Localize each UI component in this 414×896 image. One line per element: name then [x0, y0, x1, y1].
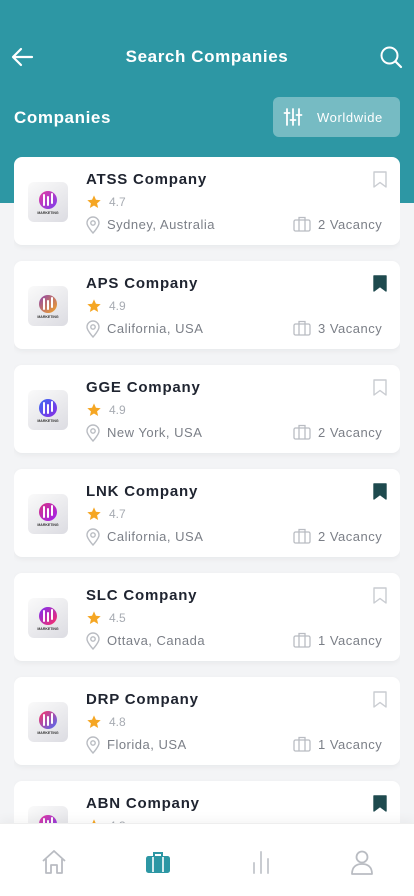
company-name: DRP Company [86, 691, 199, 708]
company-logo-mark-icon [39, 606, 57, 625]
company-location: New York, USA [107, 425, 203, 440]
company-logo: MARKETING [28, 390, 68, 430]
company-name: LNK Company [86, 483, 199, 500]
company-vacancy: 3 Vacancy [318, 321, 383, 336]
company-location: Ottava, Canada [107, 633, 206, 648]
company-logo-mark-icon [39, 294, 57, 313]
company-rating: 4.9 [109, 299, 126, 313]
company-logo-mark-icon [39, 398, 57, 417]
section-title: Companies [14, 108, 112, 127]
bookmark-outline-icon[interactable] [373, 379, 387, 396]
star-icon [87, 299, 101, 312]
star-icon [87, 611, 101, 624]
profile-icon [351, 850, 373, 875]
chart-icon [253, 851, 269, 874]
company-card[interactable]: MARKETING ATSS Company 4.7 Sydney, Austr… [14, 157, 400, 245]
company-logo: MARKETING [28, 806, 68, 823]
company-logo: MARKETING [28, 182, 68, 222]
home-icon [42, 850, 66, 874]
nav-profile[interactable] [347, 848, 377, 878]
company-location: Florida, USA [107, 737, 187, 752]
location-filter-button[interactable]: Worldwide [273, 97, 400, 137]
company-vacancy: 1 Vacancy [318, 737, 383, 752]
company-logo: MARKETING [28, 598, 68, 638]
company-rating: 4.8 [109, 715, 126, 729]
company-card[interactable]: MARKETING ABN Company 4.3 [14, 781, 400, 823]
company-logo: MARKETING [28, 494, 68, 534]
company-card[interactable]: MARKETING GGE Company 4.9 New York, USA … [14, 365, 400, 453]
bookmark-outline-icon[interactable] [373, 587, 387, 604]
sliders-icon [283, 108, 303, 126]
company-card[interactable]: MARKETING APS Company 4.9 California, US… [14, 261, 400, 349]
top-bar: Search Companies [0, 38, 414, 78]
star-icon [87, 715, 101, 728]
search-icon [380, 46, 403, 69]
logo-caption: MARKETING [37, 626, 59, 631]
briefcase-outline-icon [293, 424, 311, 440]
briefcase-outline-icon [293, 528, 311, 544]
company-list: MARKETING ATSS Company 4.7 Sydney, Austr… [14, 157, 400, 823]
company-vacancy: 2 Vacancy [318, 425, 383, 440]
company-logo: MARKETING [28, 702, 68, 742]
location-pin-icon [86, 736, 100, 754]
company-card[interactable]: MARKETING LNK Company 4.7 California, US… [14, 469, 400, 557]
bookmark-filled-icon[interactable] [373, 275, 387, 292]
company-name: GGE Company [86, 379, 201, 396]
company-vacancy: 2 Vacancy [318, 529, 383, 544]
briefcase-outline-icon [293, 736, 311, 752]
company-name: ATSS Company [86, 171, 208, 188]
company-name: APS Company [86, 275, 199, 292]
briefcase-outline-icon [293, 632, 311, 648]
logo-caption: MARKETING [37, 314, 59, 319]
company-logo-mark-icon [39, 502, 57, 521]
briefcase-outline-icon [293, 216, 311, 232]
nav-jobs[interactable] [143, 848, 173, 878]
company-name: ABN Company [86, 795, 200, 812]
company-rating: 4.7 [109, 507, 126, 521]
bottom-navigation [0, 823, 414, 896]
page-title: Search Companies [125, 47, 289, 66]
location-pin-icon [86, 424, 100, 442]
star-icon [87, 403, 101, 416]
bookmark-filled-icon[interactable] [373, 795, 387, 812]
company-logo: MARKETING [28, 286, 68, 326]
location-pin-icon [86, 528, 100, 546]
company-rating: 4.9 [109, 403, 126, 417]
briefcase-icon [146, 852, 170, 873]
company-card[interactable]: MARKETING DRP Company 4.8 Florida, USA 1… [14, 677, 400, 765]
company-rating: 4.7 [109, 195, 126, 209]
logo-caption: MARKETING [37, 522, 59, 527]
star-icon [87, 195, 101, 208]
company-vacancy: 1 Vacancy [318, 633, 383, 648]
logo-caption: MARKETING [37, 730, 59, 735]
company-location: California, USA [107, 321, 204, 336]
nav-stats[interactable] [246, 848, 276, 878]
nav-home[interactable] [39, 848, 69, 878]
logo-caption: MARKETING [37, 418, 59, 423]
location-pin-icon [86, 216, 100, 234]
company-card[interactable]: MARKETING SLC Company 4.5 Ottava, Canada… [14, 573, 400, 661]
search-button[interactable] [378, 44, 404, 70]
company-logo-mark-icon [39, 710, 57, 729]
star-icon [87, 507, 101, 520]
company-name: SLC Company [86, 587, 198, 604]
briefcase-outline-icon [293, 320, 311, 336]
company-location: Sydney, Australia [107, 217, 215, 232]
bookmark-outline-icon[interactable] [373, 171, 387, 188]
company-vacancy: 2 Vacancy [318, 217, 383, 232]
location-pin-icon [86, 320, 100, 338]
company-location: California, USA [107, 529, 204, 544]
company-logo-mark-icon [39, 814, 57, 823]
filter-label: Worldwide [317, 109, 383, 125]
location-pin-icon [86, 632, 100, 650]
bookmark-filled-icon[interactable] [373, 483, 387, 500]
bookmark-outline-icon[interactable] [373, 691, 387, 708]
company-logo-mark-icon [39, 190, 57, 209]
logo-caption: MARKETING [37, 210, 59, 215]
company-rating: 4.5 [109, 611, 126, 625]
